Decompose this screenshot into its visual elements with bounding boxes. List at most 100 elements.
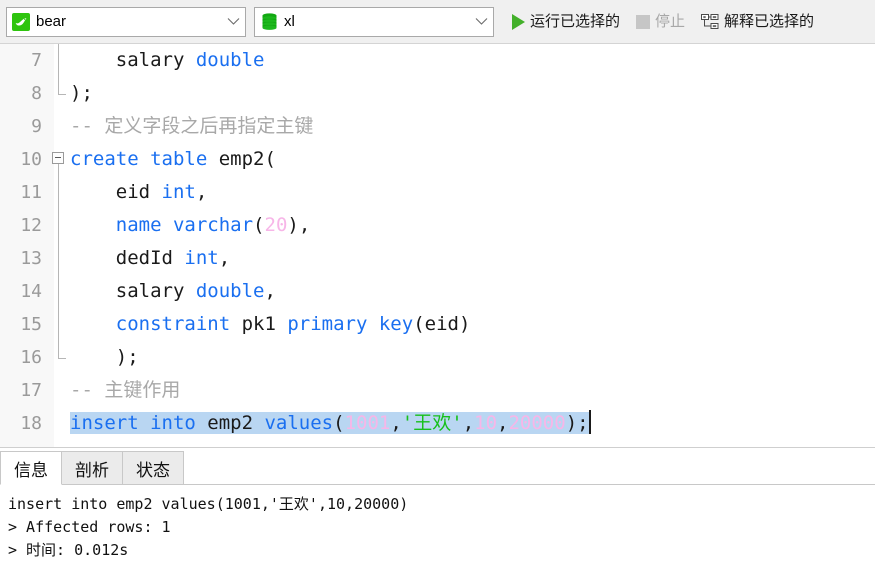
token-num: 10: [474, 412, 498, 434]
token-pl: salary: [70, 280, 196, 302]
token-pl: (: [333, 412, 345, 434]
text-cursor: [588, 410, 591, 434]
explain-selected-label: 解释已选择的: [724, 12, 815, 30]
fold-marker: [48, 341, 70, 374]
token-kw: int: [184, 247, 219, 269]
selection-highlight: insert into emp2 values(1001,'王欢',10,200…: [70, 412, 589, 434]
stop-button[interactable]: 停止: [632, 11, 689, 33]
token-kw: insert into: [70, 412, 196, 434]
sql-editor[interactable]: 7 salary double 8); 9 -- 定义字段之后再指定主键 10 creat…: [0, 44, 875, 447]
results-output: insert into emp2 values(1001,'王欢',10,200…: [0, 485, 875, 585]
line-number: 9: [31, 116, 42, 137]
token-num: 20: [264, 214, 288, 236]
line-number: 11: [20, 182, 42, 203]
token-num: 1001: [344, 412, 391, 434]
token-pl: (: [253, 214, 265, 236]
line-number: 14: [20, 281, 42, 302]
tab-info[interactable]: 信息: [0, 451, 62, 485]
token-pl: (eid): [413, 313, 471, 335]
database-value: xl: [284, 12, 295, 30]
code-text[interactable]: eid int,: [70, 176, 875, 209]
run-selected-button[interactable]: 运行已选择的: [508, 11, 624, 33]
token-pl: );: [70, 346, 139, 368]
token-kw: double: [195, 280, 265, 302]
line-number: 13: [20, 248, 42, 269]
token-pl: ,: [462, 412, 475, 434]
token-pl: pk1: [230, 313, 288, 335]
connection-value: bear: [36, 12, 67, 30]
line-number: 16: [20, 347, 42, 368]
stop-square-icon: [636, 14, 651, 29]
code-text[interactable]: -- 定义字段之后再指定主键: [70, 110, 875, 143]
code-line[interactable]: 14 salary double,: [0, 275, 875, 308]
code-line[interactable]: 16 );: [0, 341, 875, 374]
code-line[interactable]: 11 eid int,: [0, 176, 875, 209]
token-pl: );: [565, 412, 589, 434]
code-line[interactable]: 17 -- 主键作用: [0, 374, 875, 407]
output-line: insert into emp2 values(1001,'王欢',10,200…: [8, 495, 409, 513]
token-pl: ,: [195, 181, 208, 203]
database-combobox[interactable]: xl: [254, 6, 494, 37]
tab-status-label: 状态: [136, 460, 170, 480]
code-line[interactable]: 13 dedId int,: [0, 242, 875, 275]
collapse-box-icon[interactable]: [52, 152, 64, 164]
tab-profile[interactable]: 剖析: [61, 451, 123, 484]
code-text[interactable]: salary double: [70, 44, 875, 77]
explain-selected-button[interactable]: 解释已选择的: [697, 11, 818, 33]
results-tabbar[interactable]: 信息 剖析 状态: [0, 451, 875, 485]
mysql-dolphin-icon: [12, 12, 30, 31]
token-kw: constraint: [115, 313, 231, 335]
explain-plan-icon: [701, 13, 719, 30]
token-pl: eid: [70, 181, 162, 203]
code-lines[interactable]: 7 salary double 8); 9 -- 定义字段之后再指定主键 10 creat…: [0, 44, 875, 447]
code-text[interactable]: constraint pk1 primary key(eid): [70, 308, 875, 341]
code-text[interactable]: );: [70, 341, 875, 374]
code-text[interactable]: create table emp2(: [70, 143, 875, 176]
code-line[interactable]: 10 create table emp2(: [0, 143, 875, 176]
line-number: 10: [20, 149, 42, 170]
line-number: 17: [20, 380, 42, 401]
token-kw: int: [161, 181, 196, 203]
code-text[interactable]: insert into emp2 values(1001,'王欢',10,200…: [70, 407, 875, 440]
code-line[interactable]: 8);: [0, 77, 875, 110]
token-pl: ,: [218, 247, 231, 269]
line-number: 8: [31, 83, 42, 104]
chevron-down-icon[interactable]: [473, 14, 489, 30]
token-pl: salary: [115, 49, 196, 71]
code-text[interactable]: name varchar(20),: [70, 209, 875, 242]
connection-combobox[interactable]: bear: [6, 6, 246, 37]
code-line[interactable]: 15 constraint pk1 primary key(eid): [0, 308, 875, 341]
code-text[interactable]: dedId int,: [70, 242, 875, 275]
token-kw: primary key: [287, 313, 414, 335]
code-line[interactable]: 18 insert into emp2 values(1001,'王欢',10,2…: [0, 407, 875, 440]
fold-marker: [48, 176, 70, 209]
fold-marker: [48, 242, 70, 275]
tab-status[interactable]: 状态: [122, 451, 184, 484]
token-pl: );: [70, 82, 93, 104]
token-str: '王欢': [401, 412, 463, 434]
stop-label: 停止: [655, 12, 686, 30]
output-line: > 时间: 0.012s: [8, 541, 129, 559]
code-text[interactable]: -- 主键作用: [70, 374, 875, 407]
chevron-down-icon[interactable]: [225, 14, 241, 30]
code-line[interactable]: 9 -- 定义字段之后再指定主键: [0, 110, 875, 143]
code-line[interactable]: 7 salary double: [0, 44, 875, 77]
token-pl: ),: [287, 214, 311, 236]
code-text[interactable]: salary double,: [70, 275, 875, 308]
token-kw: values: [264, 412, 334, 434]
fold-marker: [48, 110, 70, 143]
code-text[interactable]: );: [70, 77, 875, 110]
line-number: 18: [20, 413, 42, 434]
token-pl: ,: [390, 412, 402, 434]
token-pl: ,: [264, 280, 276, 302]
token-pl: emp2: [195, 412, 265, 434]
tab-profile-label: 剖析: [75, 460, 109, 480]
fold-marker[interactable]: [48, 143, 70, 176]
toolbar: bear xl 运行已选择的 停止 解释已选择的: [0, 0, 875, 44]
code-line[interactable]: 12 name varchar(20),: [0, 209, 875, 242]
fold-marker: [48, 209, 70, 242]
fold-marker: [48, 275, 70, 308]
